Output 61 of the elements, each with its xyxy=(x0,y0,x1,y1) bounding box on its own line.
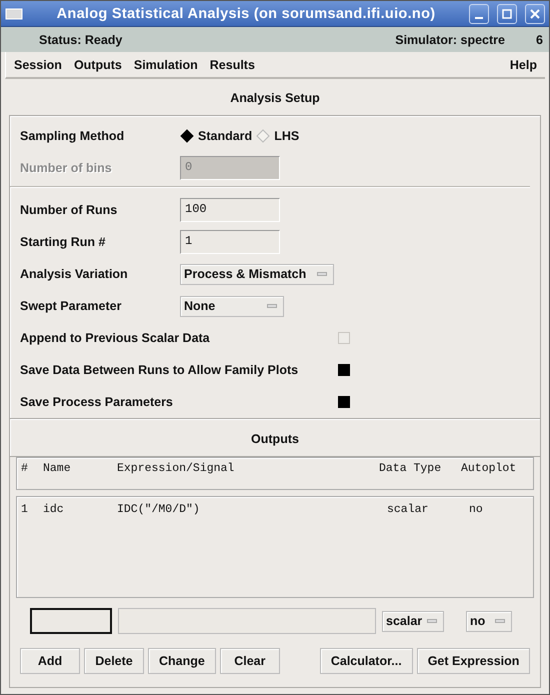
checkbox-label: Save Process Parameters xyxy=(20,395,173,409)
status-number: 6 xyxy=(535,32,543,46)
table-cell[interactable]: no xyxy=(461,503,531,516)
menu-item[interactable]: Results xyxy=(210,58,255,72)
table-cell[interactable]: scalar xyxy=(379,503,461,516)
action-button[interactable]: Clear xyxy=(220,648,280,674)
dropdown-indicator-icon xyxy=(317,272,327,276)
variation-dropdown[interactable]: Process & Mismatch xyxy=(180,264,334,284)
action-button[interactable]: Change xyxy=(148,648,216,674)
column-header: Expression/Signal xyxy=(117,462,236,475)
close-icon xyxy=(530,8,540,18)
menu-item[interactable]: Session xyxy=(14,58,62,72)
name-input-field[interactable] xyxy=(30,608,112,634)
radio-label[interactable]: LHS xyxy=(274,129,300,143)
section-heading: Outputs xyxy=(250,431,300,448)
column-header: Data Type xyxy=(379,462,442,475)
field-label: Sampling Method xyxy=(20,129,126,143)
column-header: Autoplot xyxy=(461,462,518,475)
column-header: # xyxy=(21,462,29,475)
window-title: Analog Statistical Analysis (on sorumsand.ifi.uio.no) xyxy=(56,6,436,22)
checkbox-label: Append to Previous Scalar Data xyxy=(20,331,210,345)
minimize-button[interactable] xyxy=(469,4,489,24)
menu-item[interactable]: Help xyxy=(510,58,537,72)
radio-diamond-icon[interactable] xyxy=(256,129,270,143)
maximize-icon xyxy=(502,8,512,18)
data-type-dropdown[interactable]: scalar xyxy=(382,610,444,632)
simulator-text: Simulator: spectre xyxy=(395,32,505,46)
close-button[interactable] xyxy=(525,4,545,24)
dropdown-indicator-icon xyxy=(267,304,277,308)
action-button[interactable]: Calculator... xyxy=(320,648,413,674)
minimize-icon xyxy=(475,16,483,18)
autoplot-dropdown[interactable]: no xyxy=(466,610,512,632)
radio-diamond-icon[interactable] xyxy=(180,129,194,143)
dropdown-indicator-icon xyxy=(427,619,437,623)
menu-item[interactable]: Outputs xyxy=(74,58,122,72)
column-header: Name xyxy=(43,462,72,475)
menu-item[interactable]: Simulation xyxy=(134,58,198,72)
checkbox[interactable] xyxy=(338,396,350,408)
input-field[interactable]: 1 xyxy=(180,230,280,254)
expression-input-field[interactable] xyxy=(118,608,376,634)
checkbox-label: Save Data Between Runs to Allow Family Plots xyxy=(20,363,298,377)
action-button[interactable]: Get Expression xyxy=(416,648,530,674)
table-cell[interactable]: idc xyxy=(43,503,117,516)
input-field[interactable]: 100 xyxy=(180,198,280,222)
maximize-button[interactable] xyxy=(497,4,517,24)
field-label: Number of Runs xyxy=(20,203,118,217)
table-cell[interactable]: 1 xyxy=(21,503,43,516)
section-heading: Analysis Setup xyxy=(229,90,321,107)
field-label: Starting Run # xyxy=(20,235,106,249)
action-button[interactable]: Delete xyxy=(84,648,144,674)
checkbox[interactable] xyxy=(338,364,350,376)
field-label: Analysis Variation xyxy=(20,267,129,281)
field-label: Swept Parameter xyxy=(20,299,122,313)
parameter-dropdown[interactable]: None xyxy=(180,296,284,316)
window-menu-icon[interactable] xyxy=(5,6,23,20)
field-label: Number of bins xyxy=(20,161,113,175)
status-text: Status: Ready xyxy=(39,32,124,46)
dropdown-indicator-icon xyxy=(495,619,505,623)
table-cell[interactable]: IDC("/M0/D") xyxy=(117,503,379,516)
action-button[interactable]: Add xyxy=(20,648,80,674)
radio-label[interactable]: Standard xyxy=(198,129,252,143)
